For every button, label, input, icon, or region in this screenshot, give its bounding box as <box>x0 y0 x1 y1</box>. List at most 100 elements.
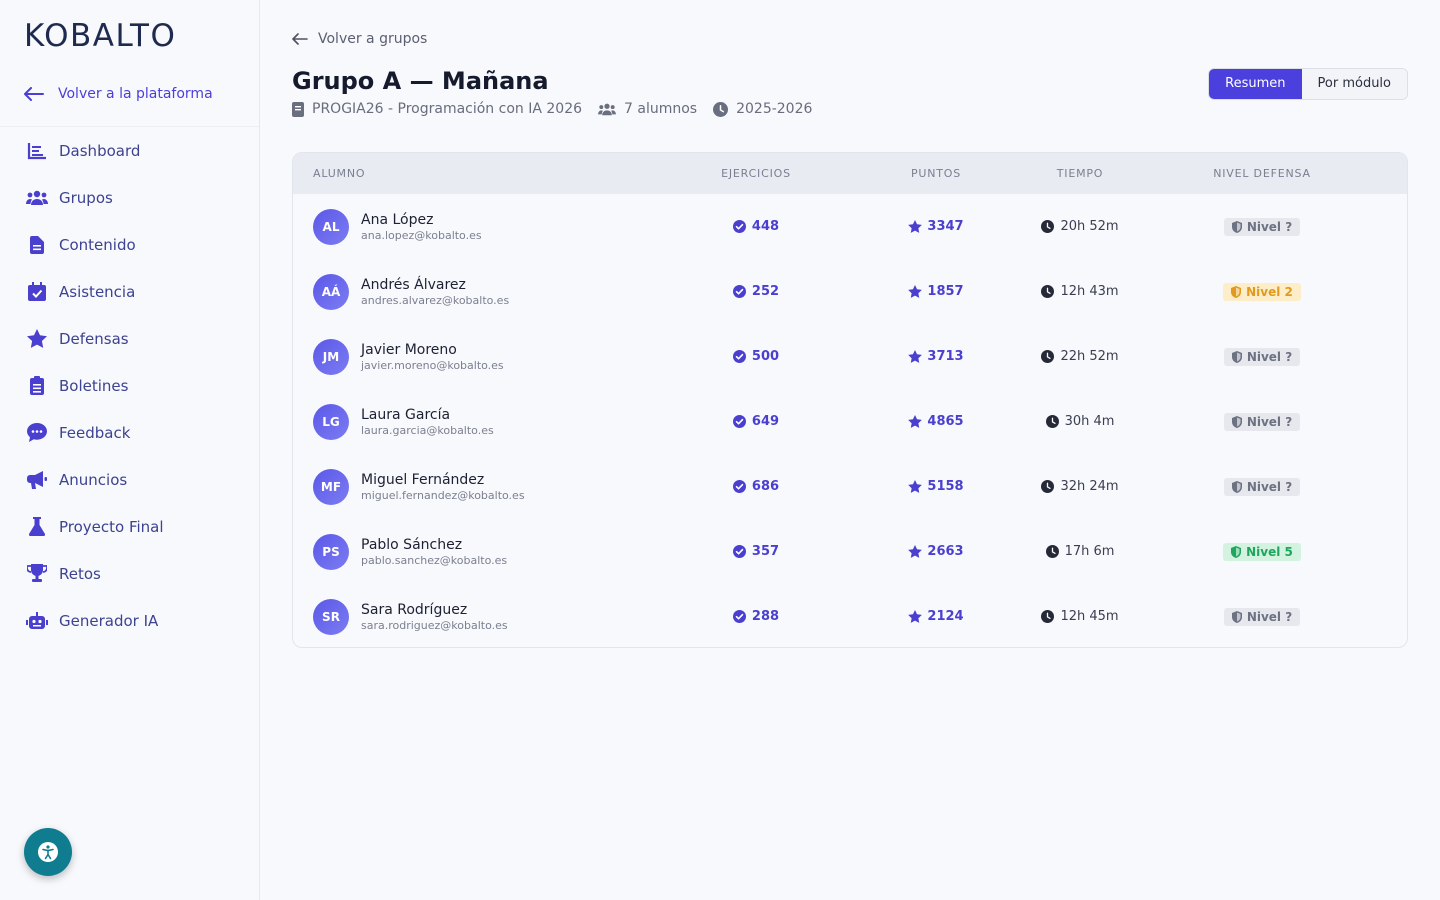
star-icon <box>908 350 923 363</box>
column-header-nivel-defensa[interactable]: NIVEL DEFENSA <box>1172 167 1352 180</box>
puntos-value: 2663 <box>927 544 964 559</box>
student-email: andres.alvarez@kobalto.es <box>361 293 510 307</box>
clock-icon <box>1041 220 1055 233</box>
back-to-groups-link[interactable]: Volver a grupos <box>292 31 427 47</box>
users-icon <box>26 187 48 209</box>
tiempo-value: 32h 24m <box>1060 479 1119 494</box>
arrow-left-icon <box>24 87 44 101</box>
sidebar-item-contenido[interactable]: Contenido <box>0 221 259 268</box>
nivel-cell: Nivel ? <box>1172 477 1352 496</box>
clock-icon <box>1045 545 1059 558</box>
sidebar-item-label: Defensas <box>59 329 129 348</box>
student-info: Laura García laura.garcia@kobalto.es <box>361 407 494 437</box>
ejercicios-cell: 500 <box>666 349 846 364</box>
table-row[interactable]: AL Ana López ana.lopez@kobalto.es 448 33… <box>293 194 1407 259</box>
table-row[interactable]: SR Sara Rodríguez sara.rodriguez@kobalto… <box>293 584 1407 647</box>
group-meta: PROGIA26 - Programación con IA 2026 7 al… <box>292 101 828 117</box>
sidebar-item-anuncios[interactable]: Anuncios <box>0 456 259 503</box>
back-to-platform-link[interactable]: Volver a la plataforma <box>24 86 213 102</box>
chart-bar-icon <box>26 140 48 162</box>
ejercicios-value: 357 <box>751 544 780 559</box>
chat-icon <box>26 422 48 444</box>
status-badge: Nivel ? <box>1223 477 1301 496</box>
nivel-cell: Nivel ? <box>1172 217 1352 236</box>
ejercicios-value: 448 <box>751 219 780 234</box>
tab-por-modulo[interactable]: Por módulo <box>1301 69 1407 99</box>
clock-icon <box>1045 415 1059 428</box>
flask-icon <box>26 516 48 538</box>
sidebar-item-boletines[interactable]: Boletines <box>0 362 259 409</box>
sidebar-item-dashboard[interactable]: Dashboard <box>0 127 259 174</box>
tiempo-cell: 22h 52m <box>990 349 1170 364</box>
puntos-value: 3713 <box>927 349 964 364</box>
column-header-puntos[interactable]: PUNTOS <box>882 167 990 180</box>
clock-icon <box>1041 480 1055 493</box>
sidebar-item-feedback[interactable]: Feedback <box>0 409 259 456</box>
sidebar-item-generador-ia[interactable]: Generador IA <box>0 597 259 644</box>
nivel-value: Nivel ? <box>1246 609 1293 624</box>
student-cell: AL Ana López ana.lopez@kobalto.es <box>293 208 666 245</box>
page-title: Grupo A — Mañana <box>292 67 549 95</box>
sidebar-item-defensas[interactable]: Defensas <box>0 315 259 362</box>
avatar: AÁ <box>313 273 349 310</box>
puntos-value: 5158 <box>927 479 964 494</box>
student-email: miguel.fernandez@kobalto.es <box>361 488 525 502</box>
column-header-tiempo[interactable]: TIEMPO <box>990 167 1170 180</box>
check-circle-icon <box>732 350 746 363</box>
student-cell: AÁ Andrés Álvarez andres.alvarez@kobalto… <box>293 273 666 310</box>
sidebar-item-asistencia[interactable]: Asistencia <box>0 268 259 315</box>
ejercicios-cell: 649 <box>666 414 846 429</box>
table-row[interactable]: AÁ Andrés Álvarez andres.alvarez@kobalto… <box>293 259 1407 324</box>
puntos-value: 4865 <box>927 414 964 429</box>
status-badge: Nivel 5 <box>1223 542 1301 561</box>
tiempo-value: 12h 45m <box>1060 609 1119 624</box>
table-row[interactable]: LG Laura García laura.garcia@kobalto.es … <box>293 389 1407 454</box>
shield-icon <box>1231 545 1242 558</box>
student-name: Javier Moreno <box>361 341 457 358</box>
star-icon <box>908 480 923 493</box>
back-to-groups-label: Volver a grupos <box>318 31 428 47</box>
ejercicios-cell: 288 <box>666 609 846 624</box>
table-row[interactable]: PS Pablo Sánchez pablo.sanchez@kobalto.e… <box>293 519 1407 584</box>
shield-icon <box>1231 350 1242 363</box>
sidebar-item-proyecto-final[interactable]: Proyecto Final <box>0 503 259 550</box>
tab-resumen[interactable]: Resumen <box>1209 69 1302 99</box>
tiempo-cell: 12h 45m <box>990 609 1170 624</box>
sidebar-item-retos[interactable]: Retos <box>0 550 259 597</box>
shield-icon <box>1231 610 1242 623</box>
table-row[interactable]: MF Miguel Fernández miguel.fernandez@kob… <box>293 454 1407 519</box>
column-header-ejercicios[interactable]: EJERCICIOS <box>666 167 846 180</box>
student-cell: JM Javier Moreno javier.moreno@kobalto.e… <box>293 338 666 375</box>
course-meta: PROGIA26 - Programación con IA 2026 <box>292 101 582 117</box>
clock-icon <box>1041 285 1055 298</box>
puntos-value: 2124 <box>927 609 964 624</box>
shield-icon <box>1231 285 1242 298</box>
check-circle-icon <box>732 285 746 298</box>
student-cell: PS Pablo Sánchez pablo.sanchez@kobalto.e… <box>293 533 666 570</box>
avatar: SR <box>313 598 349 635</box>
check-circle-icon <box>732 545 746 558</box>
ejercicios-value: 500 <box>751 349 780 364</box>
star-icon <box>908 610 923 623</box>
star-icon <box>26 328 48 350</box>
table-row[interactable]: JM Javier Moreno javier.moreno@kobalto.e… <box>293 324 1407 389</box>
puntos-value: 3347 <box>927 219 964 234</box>
tiempo-cell: 12h 43m <box>990 284 1170 299</box>
clock-icon <box>1041 350 1055 363</box>
sidebar-item-label: Anuncios <box>59 470 128 489</box>
clock-icon <box>1041 610 1055 623</box>
sidebar-item-label: Proyecto Final <box>59 517 164 536</box>
ejercicios-cell: 686 <box>666 479 846 494</box>
sidebar-item-grupos[interactable]: Grupos <box>0 174 259 221</box>
ejercicios-value: 252 <box>751 284 780 299</box>
book-icon <box>292 101 304 117</box>
status-badge: Nivel ? <box>1223 217 1301 236</box>
puntos-cell: 5158 <box>882 479 990 494</box>
status-badge: Nivel ? <box>1223 412 1301 431</box>
sidebar-item-label: Boletines <box>59 376 129 395</box>
accessibility-button[interactable] <box>24 828 72 876</box>
arrow-left-icon <box>292 33 308 45</box>
tiempo-value: 20h 52m <box>1060 219 1119 234</box>
column-header-alumno[interactable]: ALUMNO <box>293 167 666 180</box>
puntos-value: 1857 <box>927 284 964 299</box>
